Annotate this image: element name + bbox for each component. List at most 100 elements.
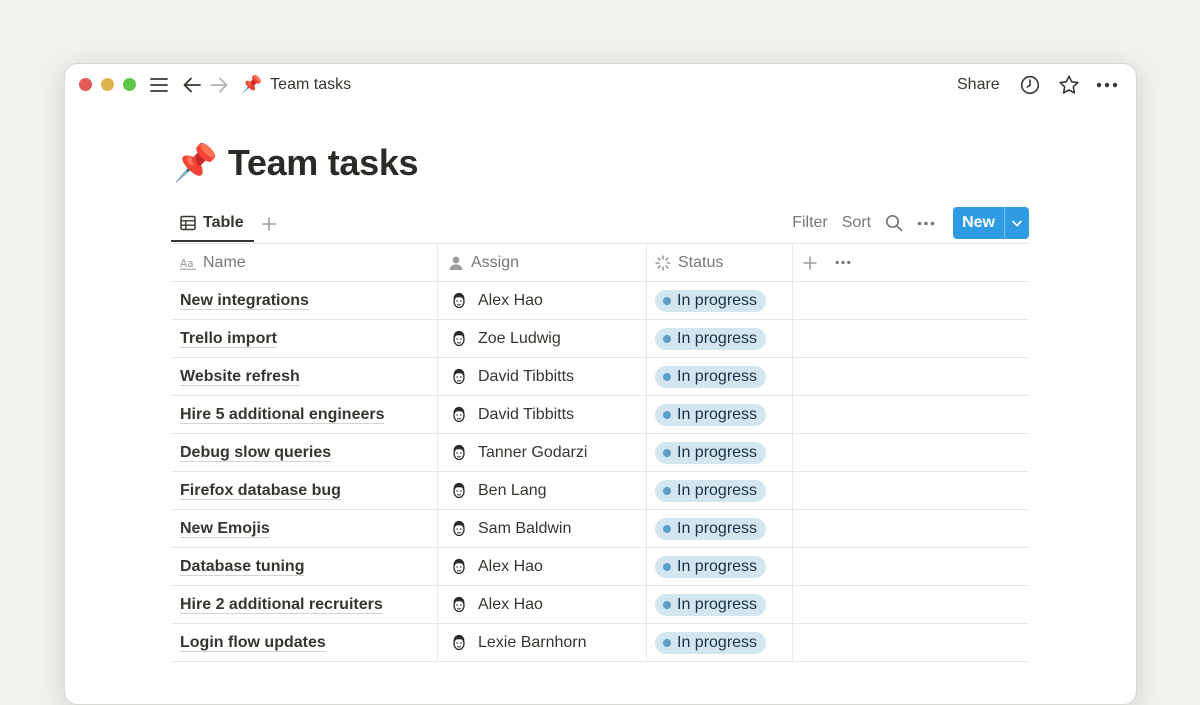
assign-cell[interactable]: Alex Hao: [438, 282, 647, 319]
assign-cell[interactable]: Sam Baldwin: [438, 510, 647, 547]
assign-cell[interactable]: Zoe Ludwig: [438, 320, 647, 357]
empty-cell[interactable]: [793, 586, 1029, 623]
name-cell[interactable]: Login flow updates: [171, 624, 438, 661]
assign-cell[interactable]: Alex Hao: [438, 548, 647, 585]
status-label: In progress: [677, 405, 758, 423]
empty-cell[interactable]: [793, 434, 1029, 471]
status-cell[interactable]: In progress: [647, 320, 793, 357]
close-window-button[interactable]: [79, 78, 92, 91]
new-button[interactable]: New: [953, 207, 1029, 239]
task-name[interactable]: Debug slow queries: [180, 444, 331, 462]
column-header-extra: [793, 244, 1029, 281]
avatar-icon: [448, 290, 470, 312]
table-row[interactable]: New Emojis Sam Baldwin In progress: [171, 510, 1029, 548]
name-cell[interactable]: Firefox database bug: [171, 472, 438, 509]
name-cell[interactable]: Trello import: [171, 320, 438, 357]
assign-cell[interactable]: Alex Hao: [438, 586, 647, 623]
column-header-status[interactable]: Status: [647, 244, 793, 281]
back-arrow-icon[interactable]: [181, 73, 203, 97]
empty-cell[interactable]: [793, 510, 1029, 547]
assign-cell[interactable]: David Tibbitts: [438, 358, 647, 395]
sort-button[interactable]: Sort: [842, 214, 871, 232]
task-name[interactable]: New Emojis: [180, 520, 270, 538]
name-cell[interactable]: Hire 5 additional engineers: [171, 396, 438, 433]
task-name[interactable]: Hire 2 additional recruiters: [180, 596, 383, 614]
more-icon[interactable]: [917, 221, 935, 226]
status-cell[interactable]: In progress: [647, 358, 793, 395]
add-column-icon[interactable]: [803, 255, 817, 270]
empty-cell[interactable]: [793, 548, 1029, 585]
table-row[interactable]: Debug slow queries Tanner Godarzi In pro…: [171, 434, 1029, 472]
table-row[interactable]: Database tuning Alex Hao In progress: [171, 548, 1029, 586]
table-row[interactable]: Login flow updates Lexie Barnhorn In pro…: [171, 624, 1029, 662]
status-cell[interactable]: In progress: [647, 396, 793, 433]
empty-cell[interactable]: [793, 282, 1029, 319]
table-row[interactable]: New integrations Alex Hao In progress: [171, 282, 1029, 320]
name-cell[interactable]: New Emojis: [171, 510, 438, 547]
table-row[interactable]: Trello import Zoe Ludwig In progress: [171, 320, 1029, 358]
assign-cell[interactable]: Lexie Barnhorn: [438, 624, 647, 661]
empty-cell[interactable]: [793, 396, 1029, 433]
assign-cell[interactable]: Tanner Godarzi: [438, 434, 647, 471]
table-row[interactable]: Hire 5 additional engineers David Tibbit…: [171, 396, 1029, 434]
name-cell[interactable]: Debug slow queries: [171, 434, 438, 471]
more-icon[interactable]: [835, 260, 851, 265]
column-header-label: Name: [203, 253, 246, 271]
star-icon[interactable]: [1057, 73, 1081, 97]
minimize-window-button[interactable]: [101, 78, 114, 91]
task-name[interactable]: Database tuning: [180, 558, 304, 576]
status-cell[interactable]: In progress: [647, 624, 793, 661]
status-dot-icon: [663, 486, 671, 495]
task-name[interactable]: Website refresh: [180, 368, 300, 386]
empty-cell[interactable]: [793, 358, 1029, 395]
status-cell[interactable]: In progress: [647, 510, 793, 547]
forward-arrow-icon[interactable]: [208, 73, 230, 97]
assign-cell[interactable]: David Tibbitts: [438, 396, 647, 433]
avatar-icon: [448, 366, 470, 388]
column-header-name[interactable]: Aa Name: [171, 244, 438, 281]
table-body: New integrations Alex Hao In progress Tr…: [171, 282, 1029, 662]
pushpin-icon: 📌: [241, 75, 263, 94]
task-name[interactable]: Hire 5 additional engineers: [180, 406, 385, 424]
tab-table[interactable]: Table: [171, 206, 254, 242]
task-name[interactable]: Firefox database bug: [180, 482, 341, 500]
task-name[interactable]: Login flow updates: [180, 634, 326, 652]
assignee: Ben Lang: [448, 480, 547, 502]
table-row[interactable]: Firefox database bug Ben Lang In progres…: [171, 472, 1029, 510]
table-row[interactable]: Hire 2 additional recruiters Alex Hao In…: [171, 586, 1029, 624]
status-cell[interactable]: In progress: [647, 472, 793, 509]
plus-icon[interactable]: [257, 212, 281, 236]
status-badge: In progress: [655, 403, 767, 426]
empty-cell[interactable]: [793, 320, 1029, 357]
search-icon[interactable]: [885, 214, 903, 232]
name-cell[interactable]: Website refresh: [171, 358, 438, 395]
share-button[interactable]: Share: [957, 73, 1000, 97]
menu-icon[interactable]: [149, 73, 169, 97]
table-row[interactable]: Website refresh David Tibbitts In progre…: [171, 358, 1029, 396]
task-name[interactable]: New integrations: [180, 292, 309, 310]
more-icon[interactable]: [1095, 73, 1119, 97]
status-label: In progress: [677, 443, 758, 461]
column-header-label: Assign: [471, 253, 520, 271]
column-header-assign[interactable]: Assign: [438, 244, 647, 281]
title-bar: 📌 Team tasks Share: [65, 64, 1136, 108]
avatar-icon: [448, 632, 470, 654]
page-title-text[interactable]: Team tasks: [228, 142, 419, 184]
task-name[interactable]: Trello import: [180, 330, 277, 348]
chevron-down-icon[interactable]: [1004, 207, 1029, 239]
status-cell[interactable]: In progress: [647, 586, 793, 623]
status-cell[interactable]: In progress: [647, 548, 793, 585]
status-cell[interactable]: In progress: [647, 434, 793, 471]
status-cell[interactable]: In progress: [647, 282, 793, 319]
filter-button[interactable]: Filter: [792, 214, 828, 232]
empty-cell[interactable]: [793, 472, 1029, 509]
empty-cell[interactable]: [793, 624, 1029, 661]
name-cell[interactable]: Hire 2 additional recruiters: [171, 586, 438, 623]
maximize-window-button[interactable]: [123, 78, 136, 91]
avatar-icon: [448, 442, 470, 464]
breadcrumb[interactable]: 📌 Team tasks: [241, 73, 351, 97]
name-cell[interactable]: New integrations: [171, 282, 438, 319]
name-cell[interactable]: Database tuning: [171, 548, 438, 585]
clock-icon[interactable]: [1018, 73, 1042, 97]
assign-cell[interactable]: Ben Lang: [438, 472, 647, 509]
